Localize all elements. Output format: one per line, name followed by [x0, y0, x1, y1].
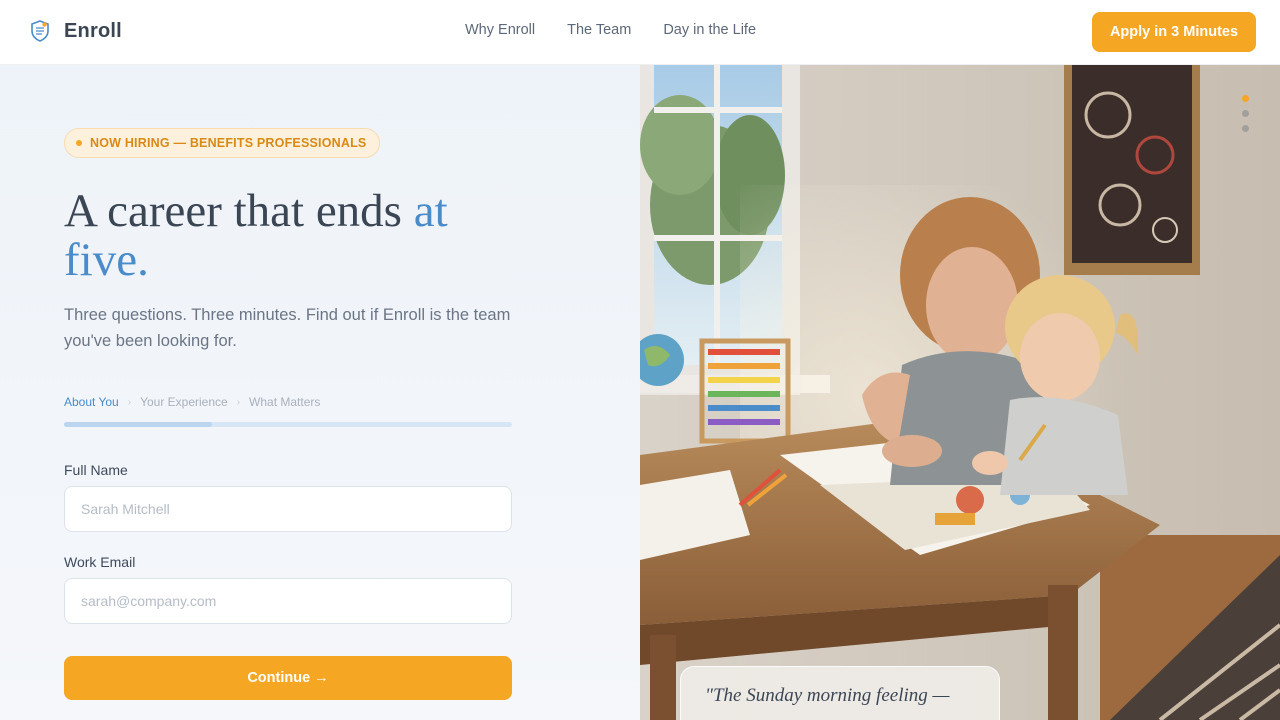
full-name-label: Full Name: [64, 462, 128, 478]
application-panel: NOW HIRING — BENEFITS PROFESSIONALS A ca…: [0, 65, 640, 720]
slide-dot-3[interactable]: [1242, 125, 1249, 132]
badge-dot-icon: [76, 140, 82, 146]
form-progress-fill: [64, 422, 212, 427]
work-email-input[interactable]: [64, 578, 512, 624]
apply-button[interactable]: Apply in 3 Minutes: [1092, 12, 1256, 52]
headline-main: A career that ends: [64, 185, 402, 237]
full-name-input[interactable]: [64, 486, 512, 532]
step-your-experience: Your Experience: [140, 395, 228, 409]
slide-dot-2[interactable]: [1242, 110, 1249, 117]
headline-accent-at: at: [413, 185, 448, 237]
step-separator: ›: [127, 396, 132, 408]
step-separator: ›: [236, 396, 241, 408]
nav-link-the-team[interactable]: The Team: [567, 22, 631, 38]
shield-logo-icon: [31, 20, 49, 42]
site-header: Enroll Why Enroll The Team Day in the Li…: [0, 0, 1280, 65]
testimonial-card: "The Sunday morning feeling —: [680, 666, 1000, 720]
lifestyle-photo-panel: "The Sunday morning feeling —: [640, 65, 1280, 720]
nav-link-why-enroll[interactable]: Why Enroll: [465, 22, 535, 38]
slide-indicators: [1242, 95, 1249, 132]
testimonial-quote: "The Sunday morning feeling —: [705, 685, 950, 706]
page-title: A career that ends at five.: [64, 187, 584, 285]
slide-dot-1[interactable]: [1242, 95, 1249, 102]
form-steps: About You › Your Experience › What Matte…: [64, 395, 320, 409]
brand[interactable]: Enroll: [30, 19, 122, 43]
continue-button[interactable]: Continue →: [64, 656, 512, 700]
main-nav: Why Enroll The Team Day in the Life: [465, 22, 756, 38]
work-email-label: Work Email: [64, 554, 136, 570]
headline-accent-five: five.: [64, 234, 149, 286]
nav-link-day-in-the-life[interactable]: Day in the Life: [663, 22, 756, 38]
hiring-badge-text: NOW HIRING — BENEFITS PROFESSIONALS: [90, 136, 367, 150]
step-what-matters: What Matters: [249, 395, 321, 409]
hero-subtitle: Three questions. Three minutes. Find out…: [64, 306, 511, 350]
form-progress-bar: [64, 422, 512, 427]
step-about-you: About You: [64, 395, 119, 409]
brand-name: Enroll: [64, 19, 122, 42]
family-reading-photo: [640, 65, 1280, 720]
hiring-badge: NOW HIRING — BENEFITS PROFESSIONALS: [64, 128, 381, 158]
